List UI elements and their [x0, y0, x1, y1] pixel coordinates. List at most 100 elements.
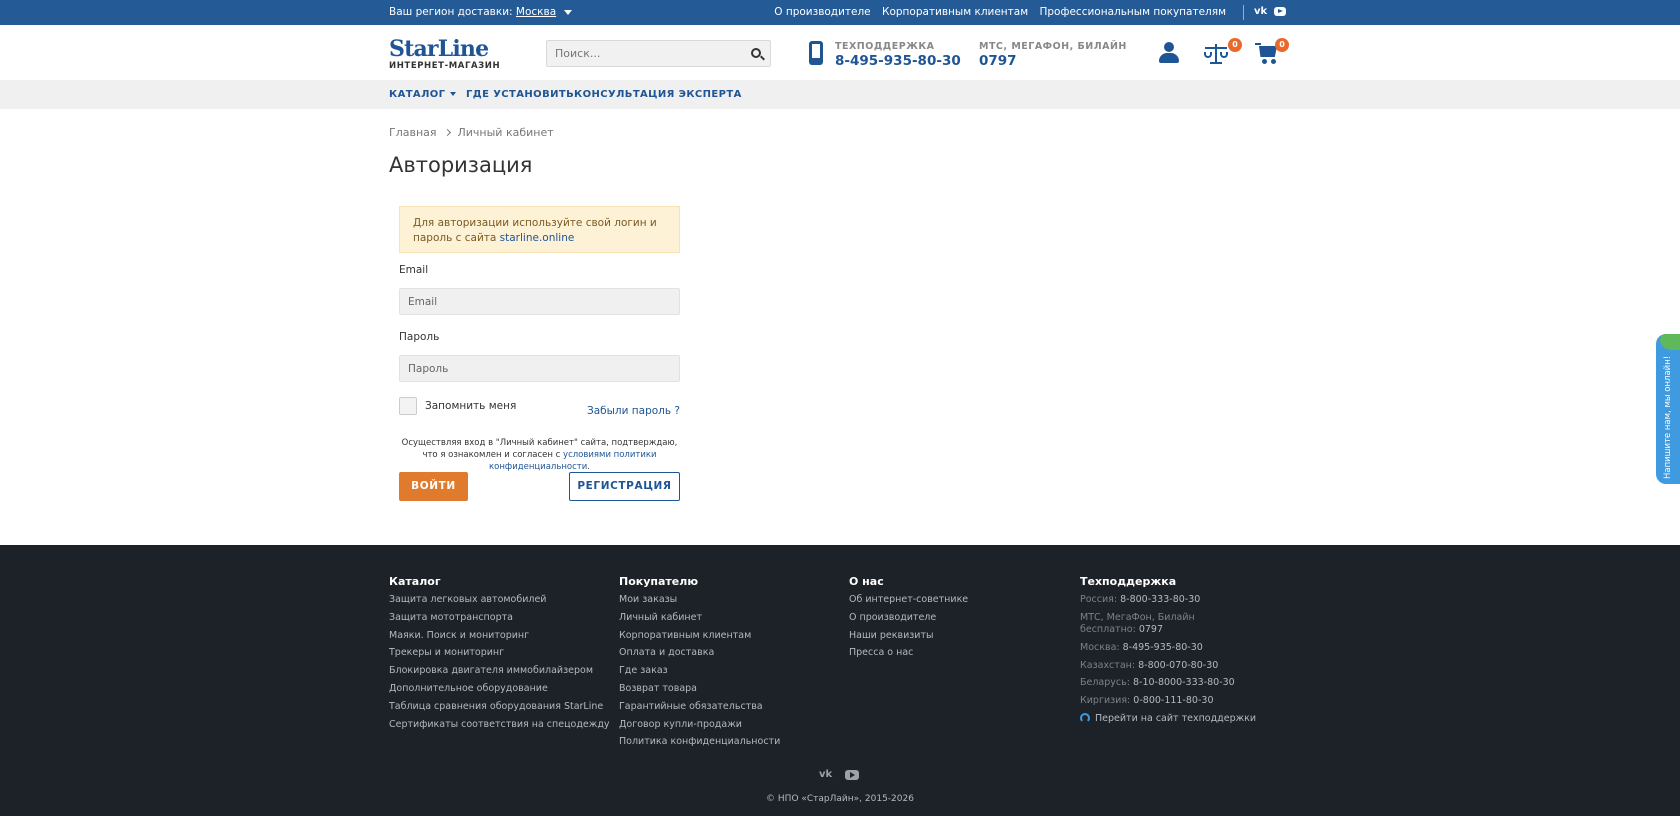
search-icon[interactable]	[751, 48, 761, 58]
support-phone[interactable]: 8-495-935-80-30	[835, 53, 961, 69]
support-mobile-phone[interactable]: 0797	[1139, 624, 1163, 635]
password-field[interactable]	[399, 355, 680, 382]
support-kz-phone[interactable]: 8-800-070-80-30	[1138, 660, 1218, 671]
footer-support-title: Техподдержка	[1080, 575, 1177, 588]
support-moscow: Москва: 8-495-935-80-30	[1080, 639, 1256, 657]
footer-youtube-icon[interactable]	[845, 770, 859, 780]
support-site-link[interactable]: Перейти на сайт техподдержки	[1080, 710, 1256, 728]
top-link-manufacturer[interactable]: О производителе	[774, 6, 870, 18]
top-link-professional[interactable]: Профессиональным покупателям	[1040, 6, 1227, 18]
page-title: Авторизация	[389, 153, 533, 177]
footer-about-title: О нас	[849, 575, 884, 588]
footer-link[interactable]: Наши реквизиты	[849, 627, 968, 645]
footer-link[interactable]: Трекеры и мониторинг	[389, 644, 610, 662]
nav-catalog-label: КАТАЛОГ	[389, 89, 446, 100]
register-button[interactable]: РЕГИСТРАЦИЯ	[569, 472, 680, 501]
support-moscow-phone[interactable]: 8-495-935-80-30	[1123, 642, 1203, 653]
footer-buyer-column: Покупателю Мои заказы Личный кабинет Кор…	[619, 575, 780, 751]
footer-support-column: Техподдержка Россия: 8-800-333-80-30 МТС…	[1080, 575, 1256, 728]
support-free-label: бесплатно:	[1080, 623, 1136, 635]
footer-link[interactable]: Оплата и доставка	[619, 644, 780, 662]
user-icon[interactable]	[1159, 42, 1179, 64]
forgot-password-link[interactable]: Забыли пароль ?	[587, 405, 680, 417]
notice-link[interactable]: starline.online	[500, 232, 575, 244]
support-mobile-label: МТС, МегаФон, Билайн	[1080, 611, 1195, 623]
footer-about-column: О нас Об интернет-советнике О производит…	[849, 575, 968, 662]
footer-link[interactable]: Таблица сравнения оборудования StarLine	[389, 698, 610, 716]
footer-link[interactable]: Возврат товара	[619, 680, 780, 698]
phone-icon	[809, 41, 823, 65]
mobile-phone[interactable]: 0797	[979, 53, 1127, 69]
support-phone-block: ТЕХПОДДЕРЖКА 8-495-935-80-30	[835, 41, 961, 69]
footer-vk-icon[interactable]: vk	[819, 769, 832, 780]
logo[interactable]: StarLine ИНТЕРНЕТ-МАГАЗИН	[389, 38, 500, 71]
breadcrumb-current: Личный кабинет	[457, 126, 554, 139]
remember-checkbox[interactable]	[399, 397, 417, 415]
compare-count-badge: 0	[1228, 38, 1242, 52]
copyright: © НПО «СтарЛайн», 2015-2026	[766, 794, 914, 804]
remember-label[interactable]: Запомнить меня	[425, 400, 516, 412]
chevron-down-icon[interactable]	[563, 9, 572, 15]
support-kz-label: Казахстан:	[1080, 659, 1136, 671]
header: StarLine ИНТЕРНЕТ-МАГАЗИН ТЕХПОДДЕРЖКА 8…	[0, 25, 1680, 80]
footer-link[interactable]: Пресса о нас	[849, 644, 968, 662]
region-city-link[interactable]: Москва	[516, 6, 556, 18]
footer-link[interactable]: Сертификаты соответствия на спецодежду	[389, 716, 610, 734]
footer-link[interactable]: Корпоративным клиентам	[619, 627, 780, 645]
support-moscow-label: Москва:	[1080, 641, 1120, 653]
footer-link[interactable]: Защита легковых автомобилей	[389, 591, 610, 609]
vk-icon[interactable]: vk	[1254, 6, 1267, 17]
top-bar: Ваш регион доставки: Москва О производит…	[0, 0, 1680, 25]
footer-link[interactable]: Мои заказы	[619, 591, 780, 609]
top-links: О производителе Корпоративным клиентам П…	[766, 6, 1226, 18]
login-button[interactable]: ВОЙТИ	[399, 472, 468, 501]
footer-link[interactable]: Политика конфиденциальности	[619, 733, 780, 751]
footer-link[interactable]: Личный кабинет	[619, 609, 780, 627]
footer-link[interactable]: Договор купли-продажи	[619, 716, 780, 734]
support-kazakhstan: Казахстан: 8-800-070-80-30	[1080, 657, 1256, 675]
support-label: ТЕХПОДДЕРЖКА	[835, 41, 935, 52]
top-link-corporate[interactable]: Корпоративным клиентам	[882, 6, 1028, 18]
email-field[interactable]	[399, 288, 680, 315]
compare-icon[interactable]	[1204, 43, 1228, 65]
privacy-agreement: Осуществляя вход в "Личный кабинет" сайт…	[401, 438, 678, 472]
support-by-label: Беларусь:	[1080, 677, 1130, 689]
footer-link[interactable]: Защита мототранспорта	[389, 609, 610, 627]
region-label: Ваш регион доставки:	[389, 6, 513, 18]
support-russia: Россия: 8-800-333-80-30	[1080, 591, 1256, 609]
support-site-label: Перейти на сайт техподдержки	[1095, 712, 1257, 724]
nav-where-to-install[interactable]: ГДЕ УСТАНОВИТЬ	[466, 89, 574, 100]
password-label: Пароль	[399, 331, 440, 343]
footer-link[interactable]: О производителе	[849, 609, 968, 627]
cart-count-badge: 0	[1275, 38, 1289, 52]
chat-widget-label: Напишите нам, мы онлайн!	[1663, 355, 1673, 479]
email-label: Email	[399, 264, 429, 276]
support-by-phone[interactable]: 8-10-8000-333-80-30	[1133, 677, 1235, 688]
support-russia-phone[interactable]: 8-800-333-80-30	[1120, 594, 1200, 605]
chat-widget-tab[interactable]: Напишите нам, мы онлайн!	[1656, 334, 1680, 484]
support-kg-label: Киргизия:	[1080, 695, 1131, 707]
footer-link[interactable]: Где заказ	[619, 662, 780, 680]
footer-catalog-column: Каталог Защита легковых автомобилей Защи…	[389, 575, 610, 733]
footer: Каталог Защита легковых автомобилей Защи…	[0, 545, 1680, 816]
support-mobile: МТС, МегаФон, Билайн бесплатно: 0797	[1080, 612, 1256, 636]
search-input[interactable]	[547, 41, 737, 66]
footer-link[interactable]: Дополнительное оборудование	[389, 680, 610, 698]
mobile-phone-block: МТС, МЕГАФОН, БИЛАЙН 0797	[979, 41, 1127, 69]
chevron-down-icon	[450, 92, 457, 96]
chevron-right-icon	[443, 128, 451, 137]
footer-link[interactable]: Маяки. Поиск и мониторинг	[389, 627, 610, 645]
login-notice: Для авторизации используйте свой логин и…	[399, 206, 680, 253]
footer-link[interactable]: Блокировка двигателя иммобилайзером	[389, 662, 610, 680]
support-kg-phone[interactable]: 0-800-111-80-30	[1133, 695, 1213, 706]
divider	[1243, 5, 1244, 20]
breadcrumb-home[interactable]: Главная	[389, 126, 437, 139]
nav-catalog[interactable]: КАТАЛОГ	[389, 89, 457, 100]
nav-expert-consult[interactable]: КОНСУЛЬТАЦИЯ ЭКСПЕРТА	[574, 89, 742, 100]
footer-catalog-title: Каталог	[389, 575, 441, 588]
headset-icon	[1080, 712, 1090, 723]
footer-link[interactable]: Гарантийные обязательства	[619, 698, 780, 716]
youtube-icon[interactable]	[1274, 7, 1286, 16]
footer-link[interactable]: Об интернет-советнике	[849, 591, 968, 609]
search-box	[546, 40, 771, 67]
